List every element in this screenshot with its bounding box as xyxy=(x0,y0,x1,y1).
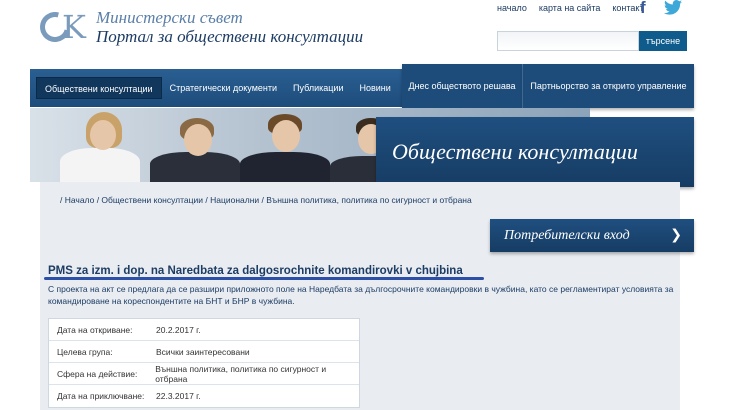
toplink-home[interactable]: начало xyxy=(497,3,527,13)
info-row-target-group: Целева група: Всички заинтересовани xyxy=(49,341,359,363)
facebook-icon[interactable]: f xyxy=(640,0,654,16)
user-login-button[interactable]: Потребителски вход ❯ xyxy=(490,219,694,252)
info-key: Дата на приключване: xyxy=(57,391,145,401)
social-links: f xyxy=(640,0,682,16)
consultation-description: С проекта на акт се предлага да се разши… xyxy=(48,284,674,306)
info-key: Целева група: xyxy=(57,346,113,357)
info-row-scope: Сфера на действие: Външна политика, поли… xyxy=(49,363,359,385)
search-box: търсене xyxy=(497,31,687,51)
info-row-close-date: Дата на приключване: 22.3.2017 г. xyxy=(49,385,359,407)
twitter-icon[interactable] xyxy=(664,0,682,16)
title-underline xyxy=(44,277,484,280)
info-value: 22.3.2017 г. xyxy=(156,391,201,401)
info-row-open-date: Дата на откриване: 20.2.2017 г. xyxy=(49,319,359,341)
consultation-info-table: Дата на откриване: 20.2.2017 г. Целева г… xyxy=(48,318,360,408)
info-key: Дата на откриване: xyxy=(57,324,133,335)
nav-item-strategic-documents[interactable]: Стратегически документи xyxy=(162,77,285,99)
nav-item-publications[interactable]: Публикации xyxy=(285,77,351,99)
banner-title: Обществени консултации xyxy=(376,117,694,187)
info-value: 20.2.2017 г. xyxy=(156,324,201,335)
login-label: Потребителски вход xyxy=(504,227,630,243)
toplink-sitemap[interactable]: карта на сайта xyxy=(539,3,601,13)
nav-item-society-decides[interactable]: Днес обществото решава xyxy=(402,64,523,108)
logo-mark-icon: K xyxy=(34,6,90,48)
nav-item-news[interactable]: Новини xyxy=(351,77,398,99)
page-title: PMS za izm. i dop. na Naredbata za dalgo… xyxy=(48,265,463,277)
logo-line-1: Министерски съвет xyxy=(96,8,243,27)
nav-item-open-government[interactable]: Партньорство за открито управление xyxy=(523,64,694,108)
search-button[interactable]: търсене xyxy=(639,31,687,51)
logo-line-2: Портал за обществени консултации xyxy=(96,27,364,46)
chevron-right-icon: ❯ xyxy=(670,227,682,243)
nav-item-consultations[interactable]: Обществени консултации xyxy=(36,77,162,99)
main-nav: Обществени консултации Стратегически док… xyxy=(30,69,402,107)
info-value: Външна политика, политика по сигурност и… xyxy=(155,363,327,384)
toplink-contact[interactable]: контакт xyxy=(612,3,643,13)
search-input[interactable] xyxy=(497,31,639,51)
info-value: Всички заинтересовани xyxy=(156,346,250,357)
breadcrumb[interactable]: / Начало / Обществени консултации / Наци… xyxy=(60,195,472,205)
site-logo[interactable]: K Министерски съвет Портал за обществени… xyxy=(34,6,364,48)
info-key: Сфера на действие: xyxy=(57,368,138,379)
top-links: начало карта на сайта контакт xyxy=(497,3,644,13)
